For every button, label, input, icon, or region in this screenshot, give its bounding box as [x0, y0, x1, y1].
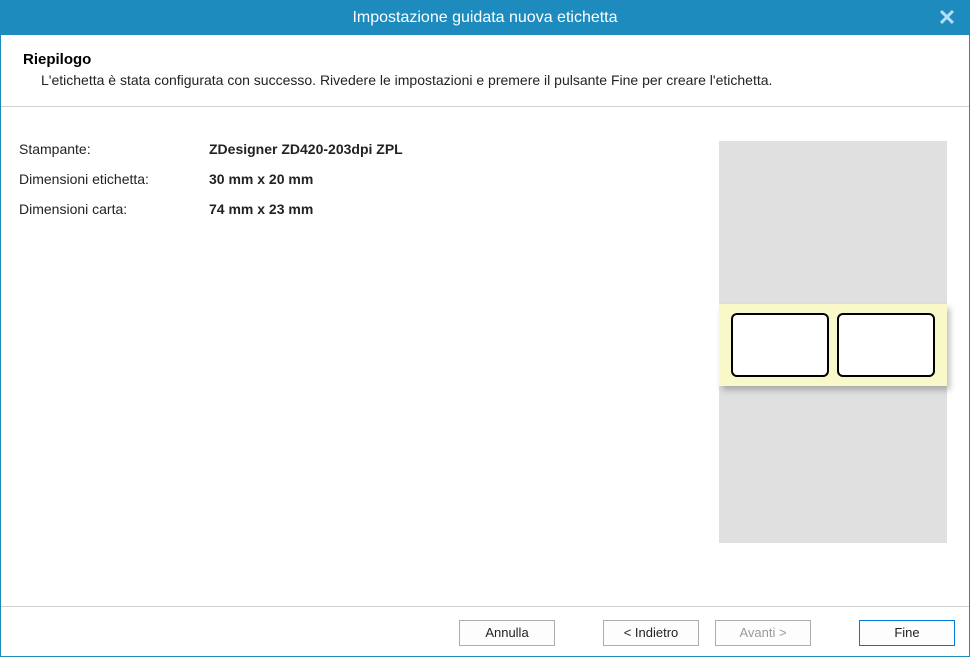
label-preview [837, 313, 935, 377]
main-body: Stampante: ZDesigner ZD420-203dpi ZPL Di… [1, 107, 969, 606]
header-section: Riepilogo L'etichetta è stata configurat… [1, 35, 969, 106]
summary-row-label-size: Dimensioni etichetta: 30 mm x 20 mm [19, 171, 699, 187]
summary-label: Dimensioni etichetta: [19, 171, 209, 187]
summary-value: ZDesigner ZD420-203dpi ZPL [209, 141, 403, 157]
summary-row-printer: Stampante: ZDesigner ZD420-203dpi ZPL [19, 141, 699, 157]
summary-row-paper-size: Dimensioni carta: 74 mm x 23 mm [19, 201, 699, 217]
summary-value: 74 mm x 23 mm [209, 201, 313, 217]
label-strip-preview [719, 304, 947, 386]
summary-label: Stampante: [19, 141, 209, 157]
finish-button[interactable]: Fine [859, 620, 955, 646]
window-title: Impostazione guidata nuova etichetta [352, 9, 617, 27]
footer: Annulla < Indietro Avanti > Fine [1, 606, 969, 658]
summary-table: Stampante: ZDesigner ZD420-203dpi ZPL Di… [19, 141, 699, 606]
cancel-button[interactable]: Annulla [459, 620, 555, 646]
content-area: Riepilogo L'etichetta è stata configurat… [1, 35, 969, 658]
page-title: Riepilogo [23, 51, 947, 68]
label-preview [731, 313, 829, 377]
preview-panel [719, 141, 947, 543]
next-button: Avanti > [715, 620, 811, 646]
summary-label: Dimensioni carta: [19, 201, 209, 217]
back-button[interactable]: < Indietro [603, 620, 699, 646]
page-description: L'etichetta è stata configurata con succ… [23, 72, 947, 88]
summary-value: 30 mm x 20 mm [209, 171, 313, 187]
close-icon[interactable]: ✕ [933, 4, 961, 32]
titlebar: Impostazione guidata nuova etichetta ✕ [1, 1, 969, 35]
